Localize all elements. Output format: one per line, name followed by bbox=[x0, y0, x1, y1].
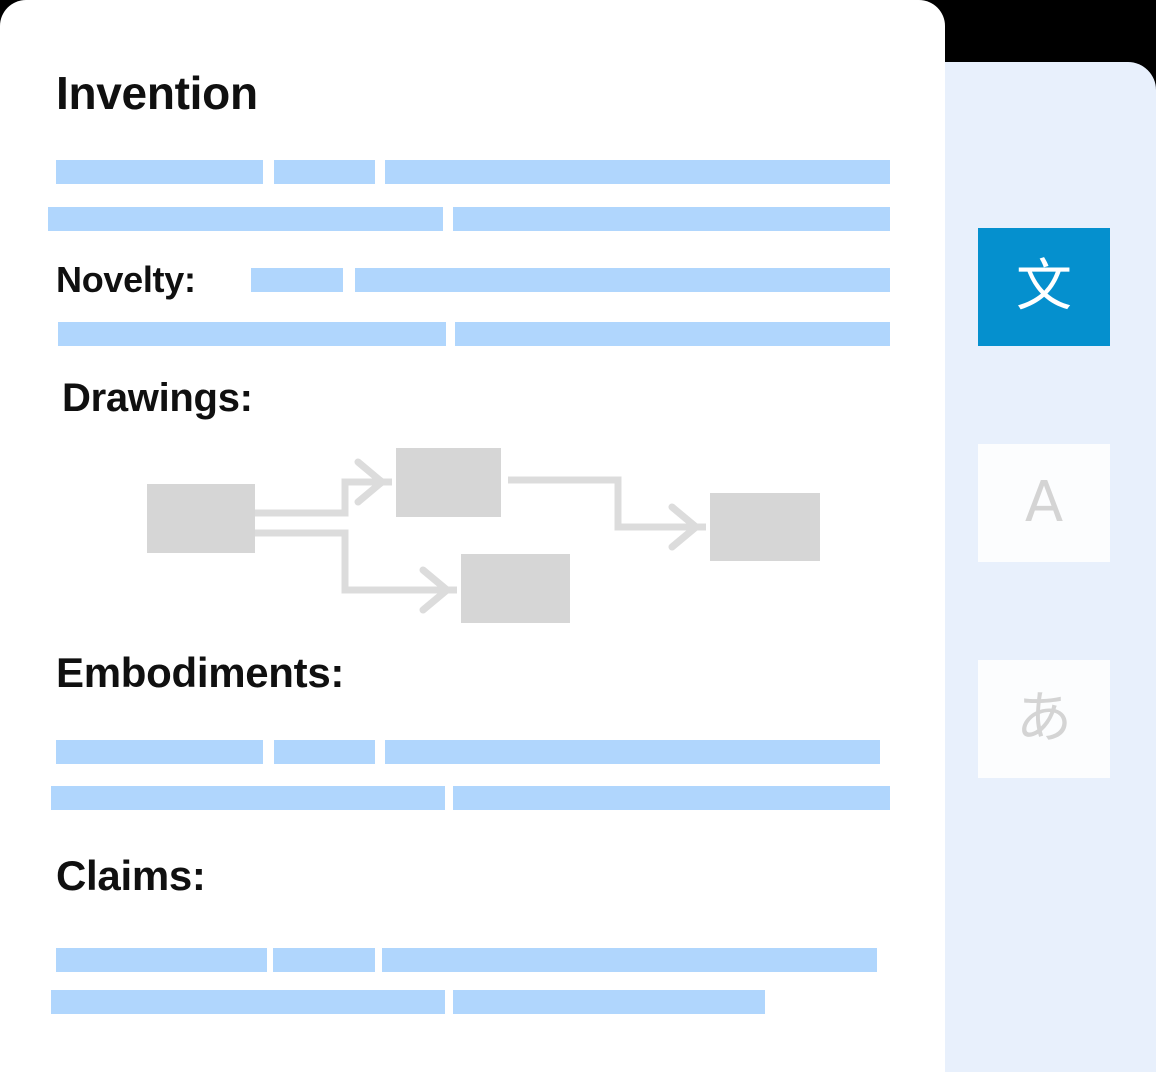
japanese-character-icon: あ bbox=[1016, 686, 1072, 751]
document-card: Invention Novelty: Drawings: Embodiments… bbox=[0, 0, 945, 1072]
redacted-text-bar bbox=[48, 207, 443, 231]
chinese-character-icon: 文 bbox=[1016, 254, 1072, 319]
redacted-text-bar bbox=[56, 740, 263, 764]
flow-node-output bbox=[710, 493, 820, 561]
flow-node-branch-upper bbox=[396, 448, 501, 517]
redacted-text-bar bbox=[453, 207, 890, 231]
redacted-text-bar bbox=[56, 160, 263, 184]
section-heading-claims: Claims: bbox=[56, 852, 206, 899]
redacted-text-bar bbox=[385, 740, 880, 764]
language-button-japanese[interactable]: あ bbox=[978, 660, 1110, 778]
redacted-text-bar bbox=[56, 948, 267, 972]
redacted-text-bar bbox=[455, 322, 890, 346]
language-button-chinese[interactable]: 文 bbox=[978, 228, 1110, 346]
redacted-text-bar bbox=[51, 786, 445, 810]
section-heading-drawings: Drawings: bbox=[62, 376, 253, 420]
redacted-text-bar bbox=[251, 268, 343, 292]
screenshot-stage: Invention Novelty: Drawings: Embodiments… bbox=[0, 0, 1156, 1072]
section-heading-novelty: Novelty: bbox=[56, 259, 196, 300]
redacted-text-bar bbox=[453, 786, 890, 810]
language-button-latin[interactable]: A bbox=[978, 444, 1110, 562]
flow-node-input bbox=[147, 484, 255, 553]
redacted-text-bar bbox=[385, 160, 890, 184]
redacted-text-bar bbox=[273, 948, 375, 972]
redacted-text-bar bbox=[453, 990, 765, 1014]
redacted-text-bar bbox=[58, 322, 446, 346]
flow-node-branch-lower bbox=[461, 554, 570, 623]
redacted-text-bar bbox=[382, 948, 877, 972]
section-heading-invention: Invention bbox=[56, 67, 258, 119]
redacted-text-bar bbox=[355, 268, 890, 292]
language-selector-rail: 文 A あ bbox=[978, 228, 1110, 876]
redacted-text-bar bbox=[274, 740, 375, 764]
redacted-text-bar bbox=[274, 160, 375, 184]
latin-letter-icon: A bbox=[1024, 470, 1064, 535]
section-heading-embodiments: Embodiments: bbox=[56, 649, 345, 696]
redacted-text-bar bbox=[51, 990, 445, 1014]
